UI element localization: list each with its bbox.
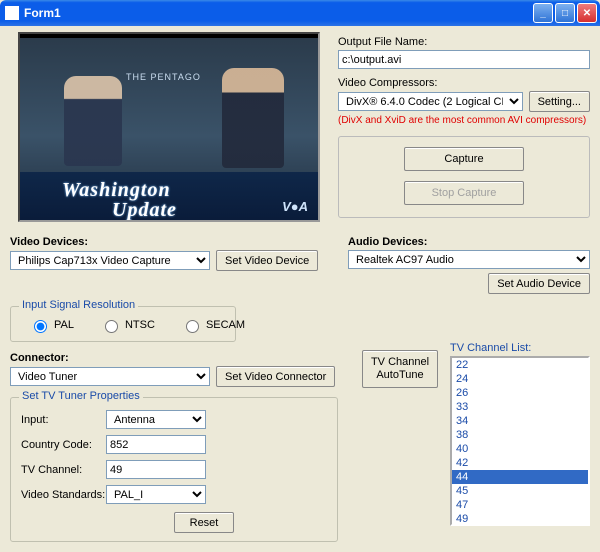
video-preview: THE PENTAGO Washington Update V●A	[18, 32, 320, 222]
video-text-pentagon: THE PENTAGO	[126, 72, 201, 83]
channel-item[interactable]: 34	[452, 414, 588, 428]
titlebar: Form1 _ □ ✕	[0, 0, 600, 26]
video-logo: V●A	[282, 199, 308, 214]
channel-item[interactable]: 24	[452, 372, 588, 386]
connector-label: Connector:	[10, 352, 350, 364]
window-title: Form1	[24, 6, 531, 20]
connector-select[interactable]: Video Tuner	[10, 367, 210, 386]
channel-item[interactable]: 26	[452, 386, 588, 400]
signal-radio-label: PAL	[54, 319, 74, 331]
tuner-group: Set TV Tuner Properties Input: Antenna C…	[10, 397, 338, 542]
channel-item[interactable]: 33	[452, 400, 588, 414]
capture-group: Capture Stop Capture	[338, 136, 590, 218]
channel-item[interactable]: 42	[452, 456, 588, 470]
signal-radio-label: NTSC	[125, 319, 155, 331]
video-figure-right	[222, 68, 284, 168]
set-video-connector-button[interactable]: Set Video Connector	[216, 366, 335, 387]
tuner-channel-input[interactable]	[106, 460, 206, 479]
signal-radio-secam[interactable]: SECAM	[181, 317, 245, 333]
minimize-button[interactable]: _	[533, 3, 553, 23]
capture-button[interactable]: Capture	[404, 147, 524, 171]
channel-item[interactable]: 40	[452, 442, 588, 456]
video-text-line2: Update	[112, 199, 177, 222]
audio-devices-label: Audio Devices:	[348, 236, 590, 248]
audio-devices-select[interactable]: Realtek AC97 Audio	[348, 250, 590, 269]
reset-button[interactable]: Reset	[174, 512, 234, 533]
tuner-std-label: Video Standards:	[21, 489, 106, 501]
channel-item[interactable]: 22	[452, 358, 588, 372]
video-devices-label: Video Devices:	[10, 236, 334, 248]
channel-listbox[interactable]: 22242633343840424445474951	[450, 356, 590, 526]
signal-radio-ntsc[interactable]: NTSC	[100, 317, 155, 333]
channel-item[interactable]: 45	[452, 484, 588, 498]
compressors-select[interactable]: DivX® 6.4.0 Codec (2 Logical CPUs)	[338, 92, 523, 111]
tuner-country-input[interactable]	[106, 435, 206, 454]
tuner-input-label: Input:	[21, 414, 106, 426]
autotune-button[interactable]: TV Channel AutoTune	[362, 350, 438, 388]
compressors-label: Video Compressors:	[338, 77, 590, 89]
compressor-setting-button[interactable]: Setting...	[529, 91, 590, 112]
tuner-channel-label: TV Channel:	[21, 464, 106, 476]
set-video-device-button[interactable]: Set Video Device	[216, 250, 318, 271]
app-icon	[5, 6, 19, 20]
video-figure-left	[64, 76, 122, 166]
tuner-input-select[interactable]: Antenna	[106, 410, 206, 429]
channel-item[interactable]: 47	[452, 498, 588, 512]
close-button[interactable]: ✕	[577, 3, 597, 23]
output-file-input[interactable]	[338, 50, 590, 69]
signal-radio-label: SECAM	[206, 319, 245, 331]
channel-item[interactable]: 44	[452, 470, 588, 484]
channel-list-label: TV Channel List:	[450, 342, 590, 354]
tuner-std-select[interactable]: PAL_I	[106, 485, 206, 504]
tuner-title: Set TV Tuner Properties	[19, 390, 143, 402]
compressor-note: (DivX and XviD are the most common AVI c…	[338, 115, 590, 126]
set-audio-device-button[interactable]: Set Audio Device	[488, 273, 590, 294]
channel-item[interactable]: 38	[452, 428, 588, 442]
signal-radio-pal[interactable]: PAL	[29, 317, 74, 333]
signal-group: Input Signal Resolution PALNTSCSECAM	[10, 306, 236, 342]
channel-item[interactable]: 49	[452, 512, 588, 526]
video-devices-select[interactable]: Philips Cap713x Video Capture	[10, 251, 210, 270]
output-file-label: Output File Name:	[338, 36, 590, 48]
tuner-country-label: Country Code:	[21, 439, 106, 451]
maximize-button[interactable]: □	[555, 3, 575, 23]
signal-title: Input Signal Resolution	[19, 299, 138, 311]
stop-capture-button[interactable]: Stop Capture	[404, 181, 524, 205]
